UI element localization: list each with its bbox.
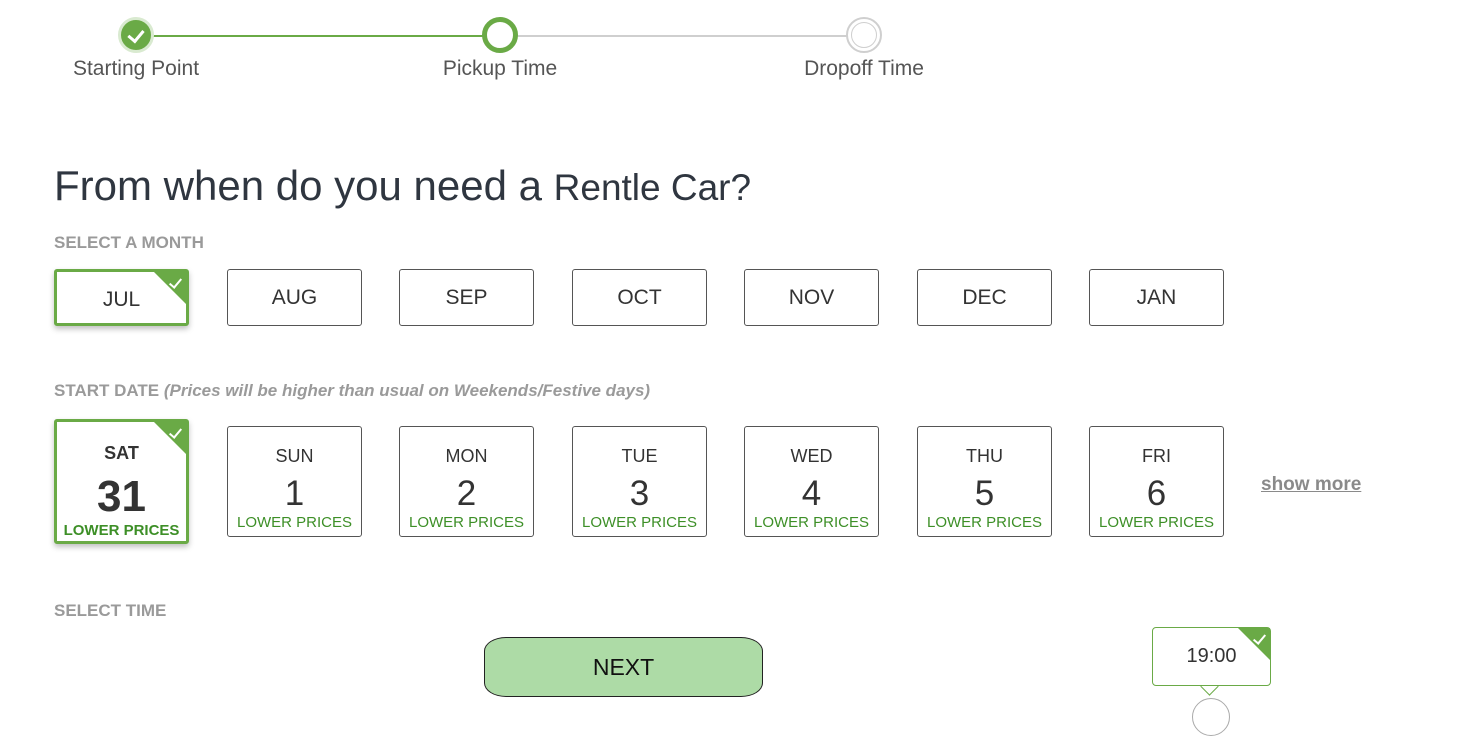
month-label: SEP bbox=[445, 285, 488, 309]
date-option-mon-2[interactable]: MON 2 LOWER PRICES bbox=[399, 426, 534, 537]
step-label-starting-point: Starting Point bbox=[72, 57, 200, 80]
date-option-sun-1[interactable]: SUN 1 LOWER PRICES bbox=[227, 426, 362, 537]
month-label: AUG bbox=[271, 285, 318, 309]
title-brand: Rentle Car? bbox=[553, 167, 752, 208]
date-weekday: MON bbox=[445, 446, 488, 466]
selected-check-icon bbox=[154, 422, 186, 454]
step-current-icon bbox=[482, 17, 518, 53]
month-label: JAN bbox=[1136, 285, 1177, 309]
time-slider-handle[interactable] bbox=[1192, 698, 1230, 736]
date-day: 1 bbox=[284, 474, 305, 513]
month-label: OCT bbox=[617, 285, 662, 309]
next-button[interactable]: NEXT bbox=[484, 637, 763, 697]
date-day: 4 bbox=[801, 474, 822, 513]
month-option-jan[interactable]: JAN bbox=[1089, 269, 1224, 326]
date-day: 3 bbox=[629, 474, 650, 513]
month-option-sep[interactable]: SEP bbox=[399, 269, 534, 326]
stepper-line-pending bbox=[500, 35, 864, 37]
date-weekday: SUN bbox=[275, 446, 314, 466]
show-more-link[interactable]: show more bbox=[1261, 474, 1361, 496]
date-weekday: FRI bbox=[1142, 446, 1171, 466]
time-section-label: SELECT TIME bbox=[54, 601, 167, 620]
date-day: 6 bbox=[1146, 474, 1167, 513]
date-day: 2 bbox=[456, 474, 477, 513]
date-option-tue-3[interactable]: TUE 3 LOWER PRICES bbox=[572, 426, 707, 537]
date-option-fri-6[interactable]: FRI 6 LOWER PRICES bbox=[1089, 426, 1224, 537]
step-upcoming-icon bbox=[846, 17, 882, 53]
date-price-tag: LOWER PRICES bbox=[753, 514, 870, 531]
stepper-line-complete bbox=[136, 35, 500, 37]
date-price-tag: LOWER PRICES bbox=[581, 514, 698, 531]
date-price-tag: LOWER PRICES bbox=[408, 514, 525, 531]
progress-stepper: Starting Point Pickup Time Dropoff Time bbox=[0, 0, 1000, 100]
month-option-oct[interactable]: OCT bbox=[572, 269, 707, 326]
date-price-tag: LOWER PRICES bbox=[1098, 514, 1215, 531]
date-price-tag: LOWER PRICES bbox=[63, 522, 180, 539]
month-option-aug[interactable]: AUG bbox=[227, 269, 362, 326]
date-section-label: START DATE (Prices will be higher than u… bbox=[54, 381, 650, 401]
date-section-title: START DATE bbox=[54, 381, 160, 400]
date-day: 5 bbox=[974, 474, 995, 513]
date-weekday: TUE bbox=[621, 446, 658, 466]
month-label: JUL bbox=[102, 287, 141, 311]
date-option-sat-31[interactable]: SAT 31 LOWER PRICES bbox=[54, 419, 189, 544]
month-section-label: SELECT A MONTH bbox=[54, 233, 204, 252]
month-label: NOV bbox=[788, 285, 835, 309]
date-option-thu-5[interactable]: THU 5 LOWER PRICES bbox=[917, 426, 1052, 537]
month-option-dec[interactable]: DEC bbox=[917, 269, 1052, 326]
month-option-jul[interactable]: JUL bbox=[54, 269, 189, 326]
date-price-tag: LOWER PRICES bbox=[236, 514, 353, 531]
selected-time-value: 19:00 bbox=[1186, 645, 1237, 667]
step-label-pickup-time: Pickup Time bbox=[442, 57, 558, 80]
month-label: DEC bbox=[962, 285, 1007, 309]
title-question: From when do you need a bbox=[54, 162, 554, 209]
selected-time-bubble: 19:00 bbox=[1152, 627, 1271, 686]
date-section-note: (Prices will be higher than usual on Wee… bbox=[163, 381, 651, 400]
date-weekday: THU bbox=[966, 446, 1003, 466]
date-option-wed-4[interactable]: WED 4 LOWER PRICES bbox=[744, 426, 879, 537]
selected-check-icon bbox=[154, 272, 186, 304]
step-label-dropoff-time: Dropoff Time bbox=[804, 57, 924, 80]
date-price-tag: LOWER PRICES bbox=[926, 514, 1043, 531]
month-option-nov[interactable]: NOV bbox=[744, 269, 879, 326]
step-complete-check-icon bbox=[118, 17, 154, 53]
page-title: From when do you need a Rentle Car? bbox=[54, 162, 751, 210]
date-day: 31 bbox=[97, 472, 146, 521]
selected-check-icon bbox=[1238, 628, 1270, 660]
date-weekday: WED bbox=[790, 446, 833, 466]
